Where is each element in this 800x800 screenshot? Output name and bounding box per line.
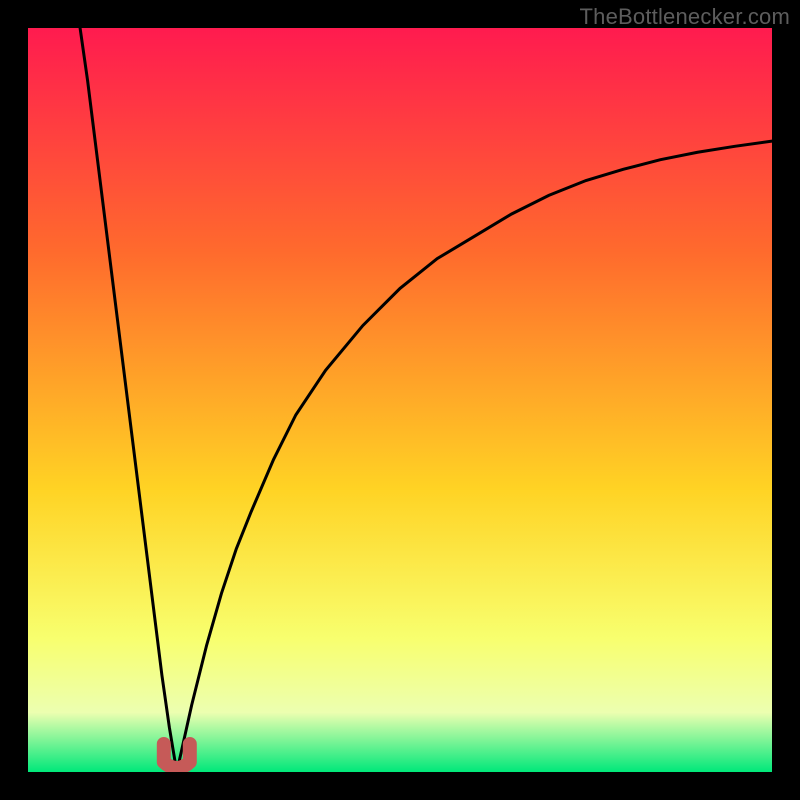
watermark-text: TheBottlenecker.com: [580, 4, 790, 30]
outer-frame: TheBottlenecker.com: [0, 0, 800, 800]
gradient-bg: [28, 28, 772, 772]
chart-svg: [28, 28, 772, 772]
chart-area: [28, 28, 772, 772]
